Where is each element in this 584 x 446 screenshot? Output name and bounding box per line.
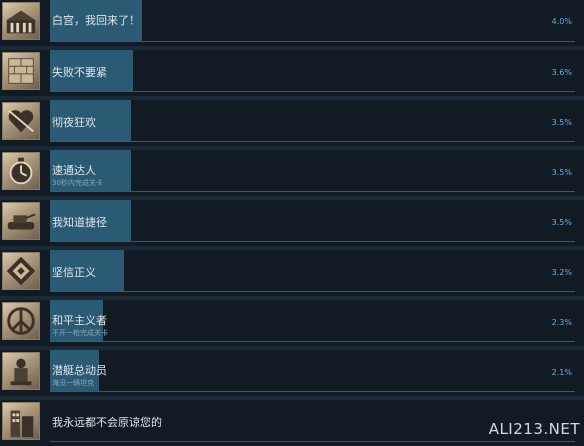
unlock-percentage: 3.5% bbox=[551, 218, 572, 227]
progress-track bbox=[50, 150, 575, 192]
statue-icon bbox=[2, 352, 40, 390]
progress-track bbox=[50, 50, 575, 92]
tank-icon bbox=[2, 202, 40, 240]
stopwatch-icon bbox=[2, 152, 40, 190]
achievement-description: 淹没一辆坦克 bbox=[52, 379, 94, 387]
achievement-title: 彻夜狂欢 bbox=[52, 116, 96, 129]
achievement-title: 白宫，我回来了！ bbox=[52, 14, 140, 27]
diamond-emblem-icon bbox=[2, 252, 40, 290]
achievement-description: 不开一枪完成关卡 bbox=[52, 329, 108, 337]
achievement-title: 速通达人 bbox=[52, 164, 96, 177]
site-watermark: ALI213.NET bbox=[488, 420, 580, 438]
achievement-title: 失败不要紧 bbox=[52, 66, 107, 79]
unlock-percentage: 4.0% bbox=[551, 17, 572, 26]
achievement-title: 和平主义者 bbox=[52, 314, 107, 327]
unlock-percentage: 2.1% bbox=[551, 368, 572, 377]
achievement-row[interactable]: 坚信正义 3.2% bbox=[0, 250, 584, 296]
progress-track bbox=[50, 300, 575, 342]
achievement-title: 潜艇总动员 bbox=[52, 364, 107, 377]
achievement-row[interactable]: 潜艇总动员 淹没一辆坦克 2.1% bbox=[0, 350, 584, 396]
unlock-percentage: 3.6% bbox=[551, 68, 572, 77]
progress-track bbox=[50, 200, 575, 242]
achievement-title: 坚信正义 bbox=[52, 266, 96, 279]
unlock-percentage: 3.5% bbox=[551, 118, 572, 127]
peace-sign-icon bbox=[2, 302, 40, 340]
progress-track bbox=[50, 350, 575, 392]
unlock-percentage: 3.5% bbox=[551, 168, 572, 177]
achievement-row[interactable]: 和平主义者 不开一枪完成关卡 2.3% bbox=[0, 300, 584, 346]
achievement-title: 我永远都不会原谅您的 bbox=[52, 416, 162, 429]
achievement-row[interactable]: 白宫，我回来了！ 4.0% bbox=[0, 0, 584, 46]
heart-icon bbox=[2, 102, 40, 140]
achievement-row[interactable]: 我知道捷径 3.5% bbox=[0, 200, 584, 246]
achievement-description: 30秒内完成关卡 bbox=[52, 179, 103, 187]
unlock-percentage: 3.2% bbox=[551, 268, 572, 277]
white-house-icon bbox=[2, 2, 40, 40]
achievement-row[interactable]: 速通达人 30秒内完成关卡 3.5% bbox=[0, 150, 584, 196]
brick-wall-icon bbox=[2, 52, 40, 90]
unlock-percentage: 2.3% bbox=[551, 318, 572, 327]
achievement-list: 白宫，我回来了！ 4.0% 失败不要紧 3.6% 彻夜狂欢 3.5% 速通达人 … bbox=[0, 0, 584, 446]
achievement-row[interactable]: 彻夜狂欢 3.5% bbox=[0, 100, 584, 146]
achievement-title: 我知道捷径 bbox=[52, 216, 107, 229]
progress-track bbox=[50, 250, 575, 292]
progress-track bbox=[50, 100, 575, 142]
building-icon bbox=[2, 402, 40, 440]
achievement-row[interactable]: 失败不要紧 3.6% bbox=[0, 50, 584, 96]
